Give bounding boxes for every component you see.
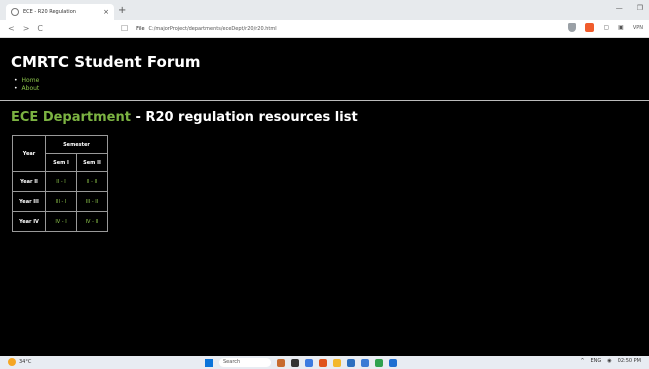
nav-link-about[interactable]: About [14,85,40,93]
nav-link-home[interactable]: Home [14,77,40,85]
semester-link[interactable]: II - I [45,171,77,192]
rewards-icon[interactable] [585,23,595,32]
shield-icon[interactable] [568,23,577,32]
semester-header: Semester [45,135,108,154]
semester-link[interactable]: III - II [76,191,108,212]
globe-icon [11,8,19,16]
browser-tab[interactable]: ECE - R20 Regulation × [6,4,114,20]
minimize-button[interactable]: — [616,4,623,12]
taskbar: 34°C Search ^ ENG ◉ 02:50 PM [0,356,649,369]
taskbar-search[interactable]: Search [219,358,271,367]
year-cell: Year IV [12,211,46,232]
forward-button[interactable]: > [23,24,30,33]
system-tray: ^ ENG ◉ 02:50 PM [580,358,641,364]
site-title: CMRTC Student Forum [11,53,201,71]
address-bar[interactable]: File C:/majorProject/departments/eceDept… [136,26,276,32]
sem-header: Sem I [45,153,77,172]
toolbar-actions: ▢ ▣ VPN [568,23,643,32]
windows-start-icon[interactable] [205,358,213,367]
year-header: Year [12,135,46,172]
weather-temp: 34°C [19,359,32,365]
table-row: Year III III - I III - II [12,191,108,212]
vscode-icon[interactable] [361,358,369,367]
bookmark-icon[interactable]: ☐ [121,24,128,33]
wifi-icon[interactable]: ◉ [607,358,611,364]
page-heading: ECE Department - R20 regulation resource… [11,110,358,125]
back-button[interactable]: < [8,24,15,33]
browser-toolbar: < > C ☐ File C:/majorProject/departments… [0,20,649,38]
chrome-icon[interactable] [375,358,383,367]
resources-table: Year Semester Sem I Sem II Year II II - … [12,135,108,232]
site-nav: Home About [14,77,40,93]
table-row: Year II II - I II - II [12,171,108,192]
table-row: Year IV IV - I IV - II [12,211,108,232]
department-name: ECE Department [11,110,131,125]
window-controls: — ❐ [616,4,643,12]
restore-button[interactable]: ❐ [637,4,643,12]
heading-rest: - R20 regulation resources list [130,110,358,125]
vpn-button[interactable]: VPN [633,25,643,31]
year-cell: Year III [12,191,46,212]
sidebar-icon[interactable]: ▢ [603,24,609,31]
wallet-icon[interactable]: ▣ [618,24,624,31]
weather-widget[interactable]: 34°C [8,358,31,366]
file-explorer-icon[interactable] [333,358,341,367]
semester-link[interactable]: IV - II [76,211,108,232]
semester-link[interactable]: IV - I [45,211,77,232]
reload-button[interactable]: C [37,24,43,33]
tab-close-button[interactable]: × [103,8,109,16]
chevron-up-icon[interactable]: ^ [580,358,584,364]
app-icon[interactable] [389,358,397,367]
table-header-row: Year Semester [12,135,108,172]
address-url: C:/majorProject/departments/eceDept/r20/… [148,25,277,32]
page-content: CMRTC Student Forum Home About ECE Depar… [0,39,649,356]
widgets-icon[interactable] [277,358,285,367]
sun-icon [8,358,16,366]
clock[interactable]: 02:50 PM [618,358,641,364]
semester-link[interactable]: II - II [76,171,108,192]
store-icon[interactable] [347,358,355,367]
semester-link[interactable]: III - I [45,191,77,212]
task-view-icon[interactable] [291,358,299,367]
tab-title: ECE - R20 Regulation [23,9,76,15]
sem-header: Sem II [76,153,108,172]
year-cell: Year II [12,171,46,192]
new-tab-button[interactable]: + [118,5,126,16]
address-prefix: File [136,25,145,32]
divider [0,100,649,101]
brave-icon[interactable] [319,358,327,367]
language-indicator[interactable]: ENG [591,358,602,364]
edge-icon[interactable] [305,358,313,367]
taskbar-apps: Search [205,358,397,367]
browser-tabstrip: ECE - R20 Regulation × + — ❐ [0,0,649,20]
